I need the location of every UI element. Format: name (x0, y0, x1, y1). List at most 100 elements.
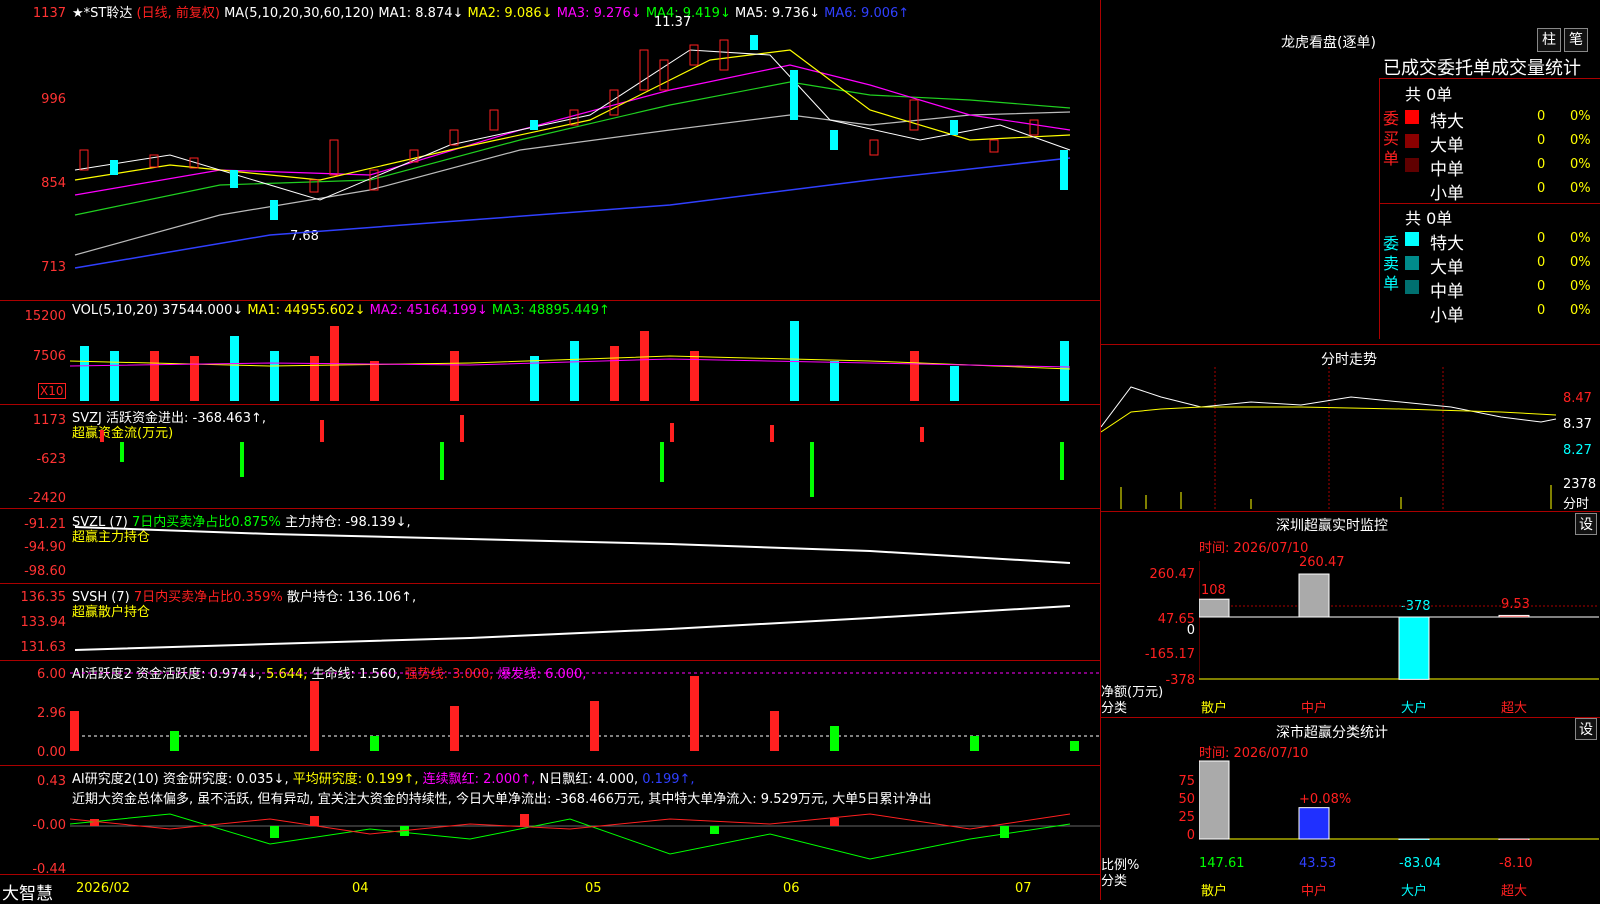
monitor-panel[interactable]: 深圳超赢实时监控 设 时间: 2026/07/10 260.47 47.65 0… (1101, 511, 1600, 718)
monitor-cat-1: 中户 (1301, 701, 1328, 716)
classify-value-1: 43.53 (1299, 856, 1337, 871)
svsh-line (74, 605, 1071, 651)
sell-pct-3: 0% (1570, 303, 1591, 318)
svzl-line (74, 526, 1071, 564)
intraday-axis-bottom: 8.27 (1563, 443, 1592, 458)
price-axis-996: 996 (41, 92, 66, 107)
ai1-axis-top: 6.00 (37, 667, 66, 682)
buy-count-2: 0 (1537, 157, 1546, 172)
sell-label: 委卖单 (1383, 234, 1400, 293)
bar-散户 (1199, 598, 1230, 618)
sell-pct-2: 0% (1570, 279, 1591, 294)
classify-panel[interactable]: 深市超赢分类统计 设 时间: 2026/07/10 75 50 25 0 比例%… (1101, 718, 1600, 900)
ai1-axis-mid: 2.96 (37, 706, 66, 721)
buy-count-0: 0 (1537, 109, 1546, 124)
classify-bar-chart (1199, 760, 1599, 840)
longhu-panel[interactable]: 龙虎看盘(逐单) 柱 笔 已成交委托单成交量统计 共 0单 委买单 特大 0 0… (1101, 0, 1600, 343)
ai2-axis-mid: -0.00 (32, 818, 66, 833)
bar-超大 (1498, 614, 1530, 618)
date-bar: 大智慧 2026/02 04 05 06 07 (0, 874, 1100, 904)
svsh-axis-bottom: 131.63 (20, 640, 67, 655)
ma6-line (74, 157, 1071, 269)
buy-count-3: 0 (1537, 181, 1546, 196)
intraday-vol-max: 2378 (1563, 477, 1597, 492)
vol-value: 37544.000↓ (162, 303, 244, 318)
tick-view-button[interactable]: 笔 (1564, 28, 1588, 52)
ma2-value: MA2: 9.086↓ (467, 6, 553, 21)
month-may: 05 (585, 881, 602, 896)
sell-swatch-1 (1405, 256, 1419, 270)
svsh-axis-top: 136.35 (20, 590, 67, 605)
ma3-value: MA3: 9.276↓ (556, 6, 642, 21)
intraday-chart (1101, 367, 1557, 509)
buy-swatch-0 (1405, 110, 1419, 124)
monitor-settings-button[interactable]: 设 (1575, 513, 1597, 535)
intraday-panel[interactable]: 分时走势 8.47 8.37 8.27 2378 分时 (1101, 344, 1600, 512)
svzj-axis-top: 1173 (32, 413, 66, 428)
svzj-axis-bottom: -2420 (28, 491, 66, 506)
buy-name-3: 小单 (1430, 184, 1464, 204)
svsh-panel[interactable]: 136.35 133.94 131.63 SVSH (7) 7日内买卖净占比0.… (0, 584, 1100, 661)
classify-settings-button[interactable]: 设 (1575, 718, 1597, 740)
bar-超大 (1498, 838, 1530, 840)
ai2-research: 资金研究度: 0.035↓, (162, 772, 289, 787)
classify-cat-3: 超大 (1501, 884, 1528, 899)
ai2-axis-top: 0.43 (37, 774, 66, 789)
vol-unit: X10 (38, 383, 66, 399)
svzl-panel[interactable]: -91.21 -94.90 -98.60 SVZL (7) 7日内买卖净占比0.… (0, 509, 1100, 584)
svsh-axis-mid: 133.94 (20, 615, 67, 630)
sell-divider (1380, 203, 1600, 204)
monitor-axis-0: 260.47 (1149, 567, 1196, 582)
month-jun: 06 (783, 881, 800, 896)
monitor-axis-3: -165.17 (1144, 647, 1195, 662)
buy-count-1: 0 (1537, 133, 1546, 148)
ai-research-panel[interactable]: 0.43 -0.00 -0.44 AI研究度2(10) 资金研究度: 0.035… (0, 766, 1100, 877)
monitor-time: 时间: 2026/07/10 (1199, 541, 1309, 556)
classify-xlabel: 分类 (1101, 874, 1128, 889)
sell-count-0: 0 (1537, 231, 1546, 246)
stock-name[interactable]: ★*ST聆达 (72, 6, 132, 21)
sell-row-2: 中单 0 0% (1405, 275, 1600, 302)
bar-大户 (1398, 838, 1430, 840)
sell-swatch-0 (1405, 232, 1419, 246)
bar-中户 (1298, 807, 1330, 840)
sell-count-2: 0 (1537, 279, 1546, 294)
longhu-title: 龙虎看盘(逐单) (1281, 35, 1376, 51)
ai2-extra: 0.199↑, (642, 772, 695, 787)
buy-pct-3: 0% (1570, 181, 1591, 196)
sell-swatch-2 (1405, 280, 1419, 294)
classify-cat-0: 散户 (1201, 884, 1228, 899)
svzj-bars (100, 415, 1064, 497)
buy-pct-2: 0% (1570, 157, 1591, 172)
ai2-nday-red: N日飘红: 4.000, (539, 772, 639, 787)
candlestick-chart[interactable] (70, 30, 1100, 290)
ma2-line (74, 49, 1071, 181)
buy-row-2: 中单 0 0% (1405, 153, 1600, 180)
sell-row-3: 小单 0 0% (1405, 299, 1600, 326)
svzl-axis-bottom: -98.60 (24, 564, 66, 579)
buy-swatch-2 (1405, 158, 1419, 172)
classify-axis-3: 0 (1186, 828, 1195, 843)
ma-params: MA(5,10,20,30,60,120) (224, 6, 375, 21)
vol-ma1: MA1: 44955.602↓ (247, 303, 366, 318)
volume-panel[interactable]: 15200 7506 X10 VOL(5,10,20) 37544.000↓ M… (0, 301, 1100, 405)
ma5-value: MA5: 9.736↓ (735, 6, 821, 21)
classify-title: 深市超赢分类统计 (1276, 725, 1388, 741)
svzj-axis-mid: -623 (36, 452, 66, 467)
classify-value-2: -83.04 (1399, 856, 1441, 871)
ai1-bars (70, 672, 1100, 751)
ai2-header: AI研究度2(10) 资金研究度: 0.035↓, 平均研究度: 0.199↑,… (72, 768, 695, 787)
ma4-line (74, 81, 1071, 216)
classify-axis-0: 75 (1178, 774, 1195, 789)
monitor-xlabel: 分类 (1101, 701, 1128, 716)
ai-activity-panel[interactable]: 6.00 2.96 0.00 AI活跃度2 资金活跃度: 0.974↓, 5.6… (0, 661, 1100, 766)
svzl-axis-top: -91.21 (24, 517, 66, 532)
volume-bars (70, 321, 1071, 401)
month-feb: 2026/02 (76, 881, 131, 896)
price-panel[interactable]: 1137 996 854 713 ★*ST聆达 (日线, 前复权) MA(5,1… (0, 0, 1100, 301)
bar-view-button[interactable]: 柱 (1537, 28, 1561, 52)
classify-time: 时间: 2026/07/10 (1199, 746, 1309, 761)
ai1-axis-bottom: 0.00 (37, 745, 66, 760)
svzj-panel[interactable]: 1173 -623 -2420 SVZJ 活跃资金进出: -368.463↑, … (0, 405, 1100, 509)
sell-total: 共 0单 (1405, 209, 1453, 228)
